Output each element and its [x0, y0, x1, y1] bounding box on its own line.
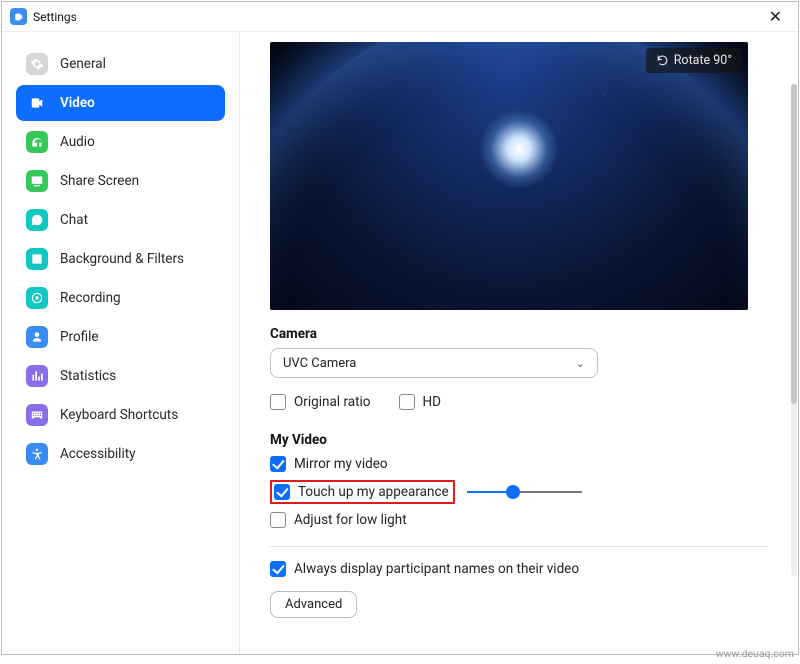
lowlight-checkbox[interactable] — [270, 512, 286, 528]
background-icon — [26, 248, 48, 270]
sidebar-item-label: Recording — [60, 290, 121, 306]
accessibility-icon — [26, 443, 48, 465]
participant-names-checkbox[interactable] — [270, 561, 286, 577]
scrollbar-thumb[interactable] — [791, 84, 797, 404]
sidebar: General Video Audio Share Screen Chat Ba — [2, 32, 240, 654]
sidebar-item-label: Keyboard Shortcuts — [60, 407, 178, 423]
original-ratio-checkbox[interactable] — [270, 394, 286, 410]
chevron-down-icon: ⌄ — [576, 357, 585, 370]
sidebar-item-label: Audio — [60, 134, 95, 150]
keyboard-icon — [26, 404, 48, 426]
rotate-button[interactable]: Rotate 90° — [646, 48, 742, 73]
mirror-video-checkbox[interactable] — [270, 456, 286, 472]
participant-names-label: Always display participant names on thei… — [294, 561, 579, 577]
recording-icon — [26, 287, 48, 309]
content-panel: Rotate 90° Camera UVC Camera ⌄ Original … — [240, 32, 798, 654]
sidebar-item-label: Background & Filters — [60, 251, 184, 267]
sidebar-item-recording[interactable]: Recording — [16, 280, 225, 316]
watermark: www.deuaq.com — [716, 647, 794, 660]
lowlight-label: Adjust for low light — [294, 512, 407, 528]
touchup-slider[interactable] — [467, 484, 582, 500]
sidebar-item-background-filters[interactable]: Background & Filters — [16, 241, 225, 277]
sidebar-item-label: Chat — [60, 212, 88, 228]
rotate-label: Rotate 90° — [674, 53, 732, 68]
titlebar: Settings ✕ — [2, 2, 798, 32]
sidebar-item-profile[interactable]: Profile — [16, 319, 225, 355]
settings-window: Settings ✕ General Video Audio Share Scr… — [1, 1, 799, 655]
sidebar-item-share-screen[interactable]: Share Screen — [16, 163, 225, 199]
sidebar-item-video[interactable]: Video — [16, 85, 225, 121]
mirror-video-label: Mirror my video — [294, 456, 388, 472]
hd-checkbox[interactable] — [399, 394, 415, 410]
sidebar-item-label: Statistics — [60, 368, 116, 384]
profile-icon — [26, 326, 48, 348]
chat-icon — [26, 209, 48, 231]
my-video-section-title: My Video — [270, 432, 768, 448]
sidebar-item-label: Video — [60, 95, 95, 111]
close-button[interactable]: ✕ — [761, 3, 790, 30]
share-screen-icon — [26, 170, 48, 192]
sidebar-item-keyboard-shortcuts[interactable]: Keyboard Shortcuts — [16, 397, 225, 433]
camera-selected-value: UVC Camera — [283, 356, 356, 371]
sidebar-item-label: General — [60, 56, 106, 72]
video-icon — [26, 92, 48, 114]
statistics-icon — [26, 365, 48, 387]
touchup-label: Touch up my appearance — [298, 484, 449, 500]
app-icon — [10, 8, 27, 25]
video-preview: Rotate 90° — [270, 42, 748, 310]
sidebar-item-general[interactable]: General — [16, 46, 225, 82]
sidebar-item-label: Profile — [60, 329, 99, 345]
sidebar-item-statistics[interactable]: Statistics — [16, 358, 225, 394]
sidebar-item-label: Share Screen — [60, 173, 139, 189]
headphones-icon — [26, 131, 48, 153]
window-title: Settings — [33, 10, 77, 24]
sidebar-item-chat[interactable]: Chat — [16, 202, 225, 238]
original-ratio-label: Original ratio — [294, 394, 371, 410]
sidebar-item-label: Accessibility — [60, 446, 136, 462]
rotate-icon — [656, 54, 669, 67]
sidebar-item-audio[interactable]: Audio — [16, 124, 225, 160]
touchup-checkbox[interactable] — [274, 484, 290, 500]
slider-thumb[interactable] — [506, 485, 520, 499]
hd-label: HD — [423, 394, 442, 410]
sidebar-item-accessibility[interactable]: Accessibility — [16, 436, 225, 472]
camera-select[interactable]: UVC Camera ⌄ — [270, 348, 598, 378]
advanced-button[interactable]: Advanced — [270, 591, 357, 618]
touchup-highlight: Touch up my appearance — [270, 480, 455, 504]
camera-section-title: Camera — [270, 326, 768, 342]
divider — [270, 546, 768, 547]
gear-icon — [26, 53, 48, 75]
